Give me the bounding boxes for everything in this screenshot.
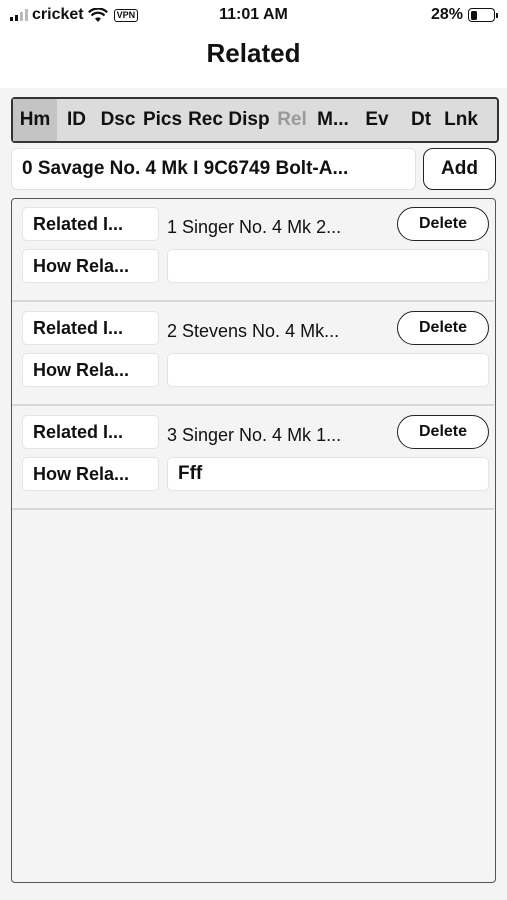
- tab-ev[interactable]: Ev: [354, 99, 400, 141]
- related-item-name[interactable]: 1 Singer No. 4 Mk 2...: [167, 217, 341, 238]
- tab-bar: Hm ID Dsc Pics Rec Disp Rel M... Ev Dt L…: [11, 97, 499, 143]
- status-bar: cricket VPN 11:01 AM 28%: [0, 0, 507, 30]
- how-related-input[interactable]: [167, 353, 489, 387]
- tab-id[interactable]: ID: [57, 99, 96, 141]
- current-item-field[interactable]: 0 Savage No. 4 Mk I 9C6749 Bolt-A...: [11, 148, 416, 190]
- main-content: Hm ID Dsc Pics Rec Disp Rel M... Ev Dt L…: [0, 88, 507, 900]
- tab-hm[interactable]: Hm: [13, 99, 57, 141]
- battery-icon: [468, 8, 498, 22]
- tab-dsc[interactable]: Dsc: [96, 99, 140, 141]
- related-item-name[interactable]: 3 Singer No. 4 Mk 1...: [167, 425, 341, 446]
- add-button[interactable]: Add: [423, 148, 496, 190]
- how-related-label: How Rela...: [22, 249, 159, 283]
- current-item-row: 0 Savage No. 4 Mk I 9C6749 Bolt-A... Add: [11, 148, 499, 190]
- related-list: Related I... 1 Singer No. 4 Mk 2... Dele…: [11, 198, 496, 883]
- tab-m[interactable]: M...: [312, 99, 354, 141]
- delete-button[interactable]: Delete: [397, 311, 489, 345]
- related-item-name[interactable]: 2 Stevens No. 4 Mk...: [167, 321, 339, 342]
- how-related-input[interactable]: Fff: [167, 457, 489, 491]
- list-item: Related I... 1 Singer No. 4 Mk 2... Dele…: [12, 199, 494, 302]
- related-item-label: Related I...: [22, 311, 159, 345]
- tab-rec[interactable]: Rec: [185, 99, 226, 141]
- how-related-input[interactable]: [167, 249, 489, 283]
- related-item-label: Related I...: [22, 207, 159, 241]
- tab-disp[interactable]: Disp: [226, 99, 272, 141]
- battery-percent: 28%: [430, 6, 463, 23]
- delete-button[interactable]: Delete: [397, 207, 489, 241]
- list-item: Related I... 3 Singer No. 4 Mk 1... Dele…: [12, 407, 494, 510]
- related-item-label: Related I...: [22, 415, 159, 449]
- list-item: Related I... 2 Stevens No. 4 Mk... Delet…: [12, 303, 494, 406]
- tab-lnk[interactable]: Lnk: [442, 99, 480, 141]
- how-related-label: How Rela...: [22, 457, 159, 491]
- tab-dt[interactable]: Dt: [400, 99, 442, 141]
- battery-fill: [470, 10, 477, 20]
- tab-pics[interactable]: Pics: [140, 99, 185, 141]
- status-right: 28%: [430, 6, 498, 24]
- page-title: Related: [206, 38, 301, 68]
- how-related-label: How Rela...: [22, 353, 159, 387]
- tab-rel[interactable]: Rel: [272, 99, 312, 141]
- delete-button[interactable]: Delete: [397, 415, 489, 449]
